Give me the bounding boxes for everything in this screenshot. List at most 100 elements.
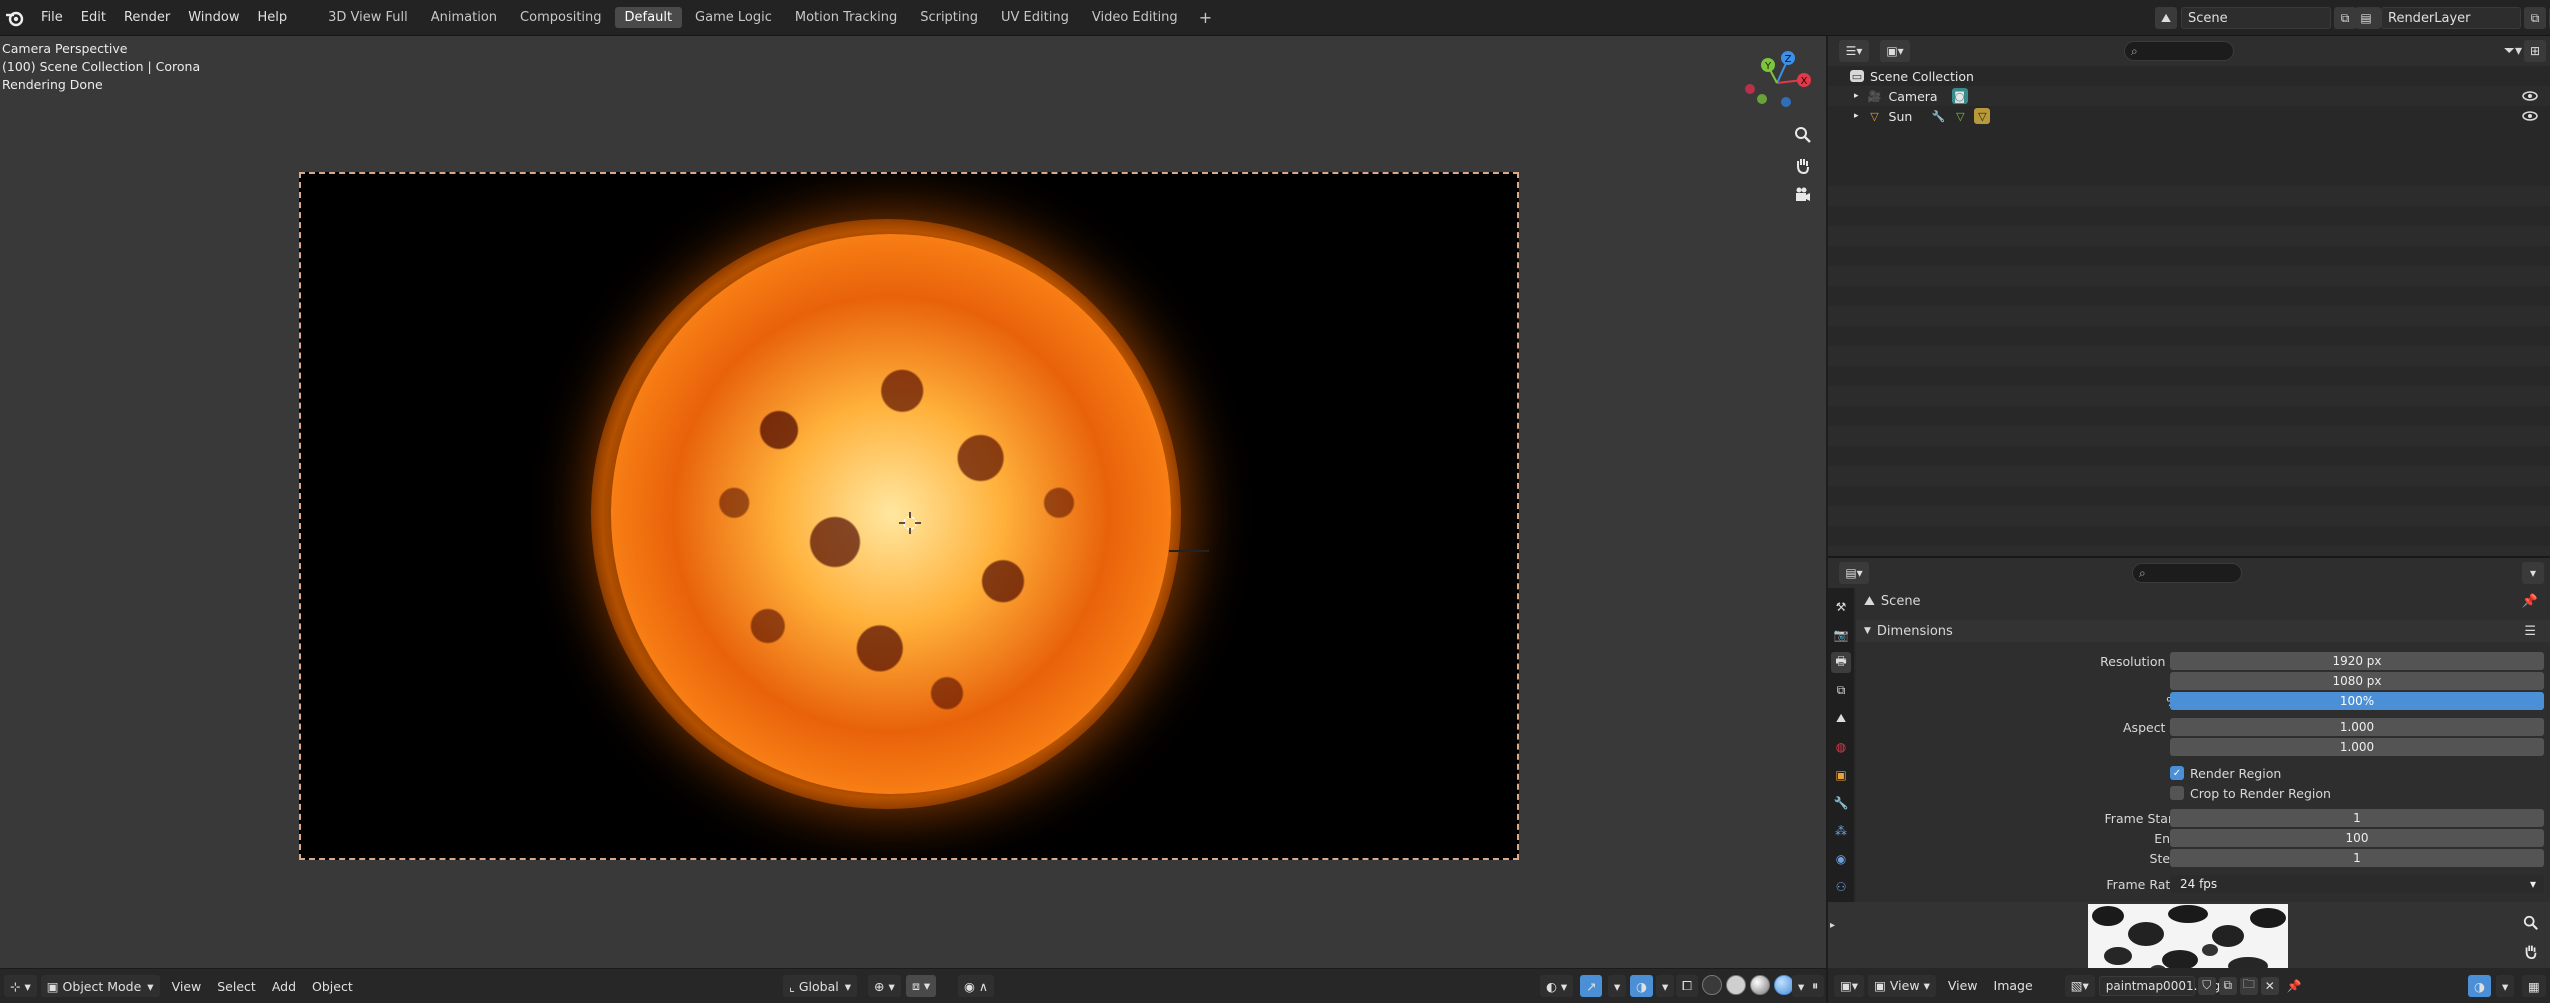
menu-image[interactable]: Image [1986, 978, 2041, 993]
overlay-dropdown-icon[interactable]: ▾ [1656, 975, 1675, 997]
unlink-image-icon[interactable]: ✕ [2260, 976, 2279, 995]
pin-icon[interactable]: 📌 [2522, 594, 2538, 609]
menu-add[interactable]: Add [264, 979, 304, 994]
resolution-x-field[interactable]: 1920 px [2170, 652, 2544, 670]
proportional-edit-icon[interactable]: ◉ ∧ [958, 975, 995, 997]
menu-render[interactable]: Render [115, 0, 179, 36]
image-browse-icon[interactable]: ▧▾ [2064, 974, 2095, 997]
render-region-checkbox[interactable]: ✓ [2170, 766, 2184, 780]
3d-viewport[interactable]: Camera Perspective (100) Scene Collectio… [0, 36, 1826, 968]
add-workspace-button[interactable]: + [1191, 5, 1220, 30]
render-region-row[interactable]: ✓ Render Region [1856, 763, 2546, 783]
view-layer-tab-icon[interactable]: ⧉ [1831, 680, 1851, 701]
render-layer-field[interactable]: RenderLayer [2381, 7, 2521, 29]
tab-game-logic[interactable]: Game Logic [685, 7, 782, 28]
presets-list-icon[interactable]: ☰ [2524, 624, 2536, 639]
expand-arrow-icon[interactable]: ▸ [1854, 111, 1859, 121]
tab-motion-tracking[interactable]: Motion Tracking [785, 7, 907, 28]
material-icon[interactable]: ▽ [1974, 108, 1991, 124]
modifier-wrench-icon[interactable]: 🔧 [1930, 108, 1946, 124]
frame-rate-dropdown[interactable]: 24 fps ▾ [2170, 875, 2544, 893]
tab-compositing[interactable]: Compositing [510, 7, 612, 28]
material-shading-icon[interactable] [1750, 975, 1770, 995]
render-layer-icon[interactable]: ▤ [2355, 7, 2377, 29]
outliner-editor-type-icon[interactable]: ☰▾ [1839, 40, 1869, 62]
snap-icon[interactable]: ⧈ ▾ [906, 975, 937, 997]
image-overlay-icon[interactable]: ◑ [2468, 975, 2491, 997]
output-tab-icon[interactable]: 🖶 [1831, 652, 1851, 673]
blender-logo-icon[interactable] [4, 7, 26, 29]
filter-icon[interactable]: ⏷▾ [2504, 43, 2522, 59]
menu-view[interactable]: View [164, 979, 210, 994]
image-editor-panel[interactable]: ▸ ▣▾ ▣ View ▾ View Image ▧▾ paintmap0001… [1828, 902, 2550, 1003]
scene-collection-row[interactable]: ▭ Scene Collection [1828, 66, 2550, 86]
aspect-x-field[interactable]: 1.000 [2170, 718, 2544, 736]
tab-uv-editing[interactable]: UV Editing [991, 7, 1079, 28]
tab-3d-view-full[interactable]: 3D View Full [318, 7, 418, 28]
properties-search-input[interactable]: ⌕ [2132, 563, 2242, 583]
resolution-y-field[interactable]: 1080 px [2170, 672, 2544, 690]
fake-user-icon[interactable]: ⛉ [2197, 976, 2216, 995]
navigation-gizmo[interactable]: X Z Y [1740, 46, 1814, 120]
mesh-data-icon[interactable]: ▽ [1952, 108, 1968, 124]
frame-end-field[interactable]: 100 [2170, 829, 2544, 847]
pivot-point-icon[interactable]: ⊕ ▾ [868, 975, 901, 997]
pause-render-icon[interactable]: ⏸ [1806, 975, 1825, 997]
expand-arrow-icon[interactable]: ▸ [1854, 91, 1859, 101]
pin-icon[interactable]: 📌 [2287, 979, 2302, 993]
open-image-icon[interactable]: 🗀 [2239, 976, 2258, 995]
menu-help[interactable]: Help [249, 0, 297, 36]
aspect-y-field[interactable]: 1.000 [2170, 738, 2544, 756]
display-mode-icon[interactable]: ▣▾ [1880, 40, 1910, 62]
sidebar-toggle-icon[interactable]: ▸ [1830, 920, 1835, 931]
particles-tab-icon[interactable]: ⁂ [1831, 820, 1851, 841]
xray-icon[interactable]: ⧠ [1676, 975, 1699, 997]
frame-start-field[interactable]: 1 [2170, 809, 2544, 827]
overlay-dropdown-icon[interactable]: ▾ [2496, 975, 2515, 997]
solid-shading-icon[interactable] [1726, 975, 1746, 995]
crop-region-checkbox[interactable] [2170, 786, 2184, 800]
new-collection-icon[interactable]: ⊞ [2524, 40, 2546, 62]
eye-icon[interactable] [2522, 91, 2538, 101]
pan-hand-icon[interactable] [1790, 152, 1816, 178]
wireframe-shading-icon[interactable] [1702, 975, 1722, 995]
image-name-field[interactable]: paintmap0001.png [2098, 975, 2220, 996]
editor-type-icon[interactable]: ⊹ ▾ [4, 975, 37, 997]
scene-icon[interactable]: ⛰ [2155, 7, 2177, 29]
new-image-icon[interactable]: ⧉ [2218, 976, 2237, 995]
view-mode-dropdown[interactable]: ▣ View ▾ [1868, 974, 1936, 997]
image-editor-type-icon[interactable]: ▣▾ [1834, 974, 1865, 997]
outliner-item-camera[interactable]: ▸ 🎥 Camera ◙ [1828, 86, 2550, 106]
modifier-tab-icon[interactable]: 🔧 [1831, 792, 1851, 813]
tool-tab-icon[interactable]: ⚒ [1831, 596, 1851, 617]
tab-video-editing[interactable]: Video Editing [1082, 7, 1188, 28]
menu-window[interactable]: Window [179, 0, 248, 36]
scene-name-field[interactable]: Scene [2181, 7, 2331, 29]
menu-object[interactable]: Object [304, 979, 361, 994]
camera-data-icon[interactable]: ◙ [1951, 88, 1968, 104]
camera-view-icon[interactable] [1790, 182, 1816, 208]
zoom-tool-icon[interactable] [1790, 122, 1816, 148]
outliner-item-sun[interactable]: ▸ ▽ Sun 🔧 ▽ ▽ [1828, 106, 2550, 126]
frame-step-field[interactable]: 1 [2170, 849, 2544, 867]
rendered-shading-icon[interactable] [1774, 975, 1794, 995]
menu-select[interactable]: Select [209, 979, 264, 994]
transform-orientation-dropdown[interactable]: ⌞ Global ▾ [783, 975, 858, 997]
gizmo-dropdown-icon[interactable]: ▾ [1608, 975, 1627, 997]
resolution-percent-slider[interactable]: 100% [2170, 692, 2544, 710]
menu-view[interactable]: View [1940, 978, 1986, 993]
properties-editor-type-icon[interactable]: ▤▾ [1839, 562, 1869, 584]
gizmo-toggle-icon[interactable]: ↗ [1580, 975, 1603, 997]
render-tab-icon[interactable]: 📷 [1831, 624, 1851, 645]
dimensions-panel-header[interactable]: ▼ Dimensions ☰ [1856, 620, 2550, 642]
tab-default[interactable]: Default [614, 7, 683, 28]
tab-animation[interactable]: Animation [421, 7, 507, 28]
new-layer-icon[interactable]: ⧉ [2524, 7, 2546, 29]
zoom-tool-icon[interactable] [2518, 910, 2544, 936]
scene-tab-icon[interactable]: ⛰ [1831, 708, 1851, 729]
overlay-toggle-icon[interactable]: ◑ [1630, 975, 1653, 997]
physics-tab-icon[interactable]: ◉ [1831, 848, 1851, 869]
constraints-tab-icon[interactable]: ⚇ [1831, 876, 1851, 897]
crop-region-row[interactable]: Crop to Render Region [1856, 783, 2546, 803]
display-channels-icon[interactable]: ▦ [2522, 975, 2546, 997]
